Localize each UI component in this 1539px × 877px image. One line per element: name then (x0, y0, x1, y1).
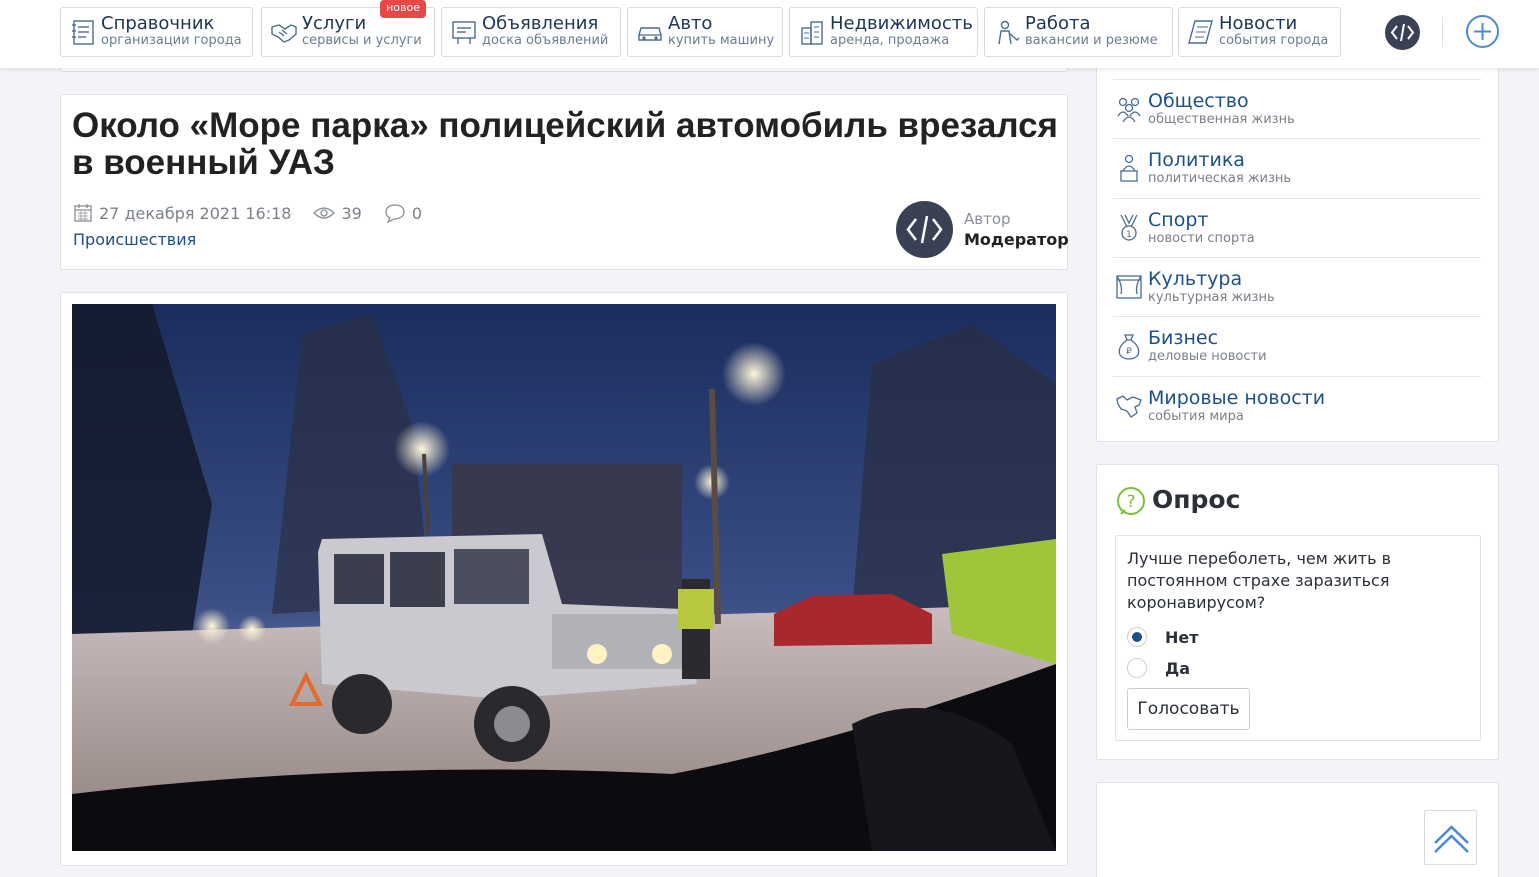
top-navigation: Справочник организации города Услуги сер… (0, 0, 1539, 68)
nav-title: Объявления (482, 13, 599, 34)
article-views: 39 (341, 203, 362, 223)
buildings-icon (801, 21, 823, 45)
scroll-to-top-button[interactable] (1424, 810, 1477, 865)
author-avatar[interactable] (896, 201, 953, 258)
article-photo[interactable] (72, 304, 1056, 851)
nav-subtitle: события города (1219, 33, 1329, 48)
article-comments: 0 (411, 203, 423, 223)
author-label: Автор (964, 210, 1011, 228)
rubric-title: Спорт (1148, 209, 1209, 231)
rubric-world[interactable]: Мировые новости события мира (1113, 376, 1481, 436)
nav-subtitle: аренда, продажа (830, 33, 950, 48)
rubric-subtitle: новости спорта (1148, 231, 1255, 246)
nav-subtitle: организации города (101, 33, 242, 48)
theater-icon (1116, 275, 1142, 299)
svg-text:₽: ₽ (1126, 347, 1132, 357)
nav-title: Новости (1219, 13, 1298, 34)
article-date: 27 декабря 2021 16:18 (99, 203, 292, 223)
rubric-business[interactable]: ₽ Бизнес деловые новости (1113, 316, 1481, 376)
article-photo-card (60, 292, 1068, 866)
author-name[interactable]: Модератор (964, 230, 1069, 249)
poll-question: Лучше переболеть, чем жить в постоянном … (1127, 549, 1392, 612)
nav-directory[interactable]: Справочник организации города (60, 7, 253, 57)
nav-auto[interactable]: Авто купить машину (627, 7, 783, 57)
rubric-title: Бизнес (1148, 327, 1219, 349)
article-category-link[interactable]: Происшествия (73, 230, 196, 249)
article-title: Около «Море парка» полицейский автомобил… (72, 106, 1058, 182)
nav-subtitle: доска объявлений (482, 33, 609, 48)
new-badge: новое (380, 0, 426, 18)
rubric-title: Мировые новости (1148, 387, 1326, 409)
code-icon (906, 215, 943, 244)
poll-widget: ? Опрос Лучше переболеть, чем жить в пос… (1096, 464, 1499, 760)
car-icon (638, 27, 662, 41)
rubric-subtitle: общественная жизнь (1148, 112, 1295, 127)
poll-title: Опрос (1152, 485, 1241, 514)
poll-form: Лучше переболеть, чем жить в постоянном … (1115, 535, 1481, 741)
nav-title: Авто (668, 13, 713, 34)
vote-button[interactable]: Голосовать (1127, 688, 1250, 730)
svg-text:1: 1 (1126, 230, 1132, 240)
rubric-title: Общество (1148, 90, 1249, 112)
chevron-up-icon (1434, 825, 1469, 853)
add-button[interactable] (1466, 15, 1499, 48)
nav-services[interactable]: Услуги сервисы и услуги новое (261, 0, 435, 57)
rubric-subtitle: деловые новости (1148, 349, 1267, 364)
money-bag-icon: ₽ (1118, 334, 1140, 360)
divider (1442, 17, 1443, 47)
nav-classifieds[interactable]: Объявления доска объявлений (441, 7, 621, 57)
radio-button[interactable] (1127, 627, 1147, 647)
poll-option-label: Нет (1165, 627, 1199, 647)
code-button[interactable] (1385, 15, 1420, 50)
code-icon (1390, 23, 1415, 42)
accident-photo (72, 304, 1056, 851)
nav-title: Справочник (101, 13, 215, 34)
rubric-title: Политика (1148, 149, 1245, 171)
nav-subtitle: вакансии и резюме (1025, 33, 1158, 48)
handshake-icon (271, 24, 297, 43)
world-map-icon (1116, 395, 1142, 418)
speaker-icon (1120, 154, 1138, 182)
nav-subtitle: купить машину (668, 33, 775, 48)
comment-icon (385, 204, 405, 223)
rubric-sport[interactable]: 1 Спорт новости спорта (1113, 198, 1481, 258)
article-meta: 27 декабря 2021 16:18 39 0 (73, 203, 444, 223)
nav-news[interactable]: Новости события города (1178, 7, 1341, 57)
directory-icon (72, 20, 94, 45)
svg-text:?: ? (1126, 492, 1135, 512)
nav-realty[interactable]: Недвижимость аренда, продажа (789, 7, 978, 57)
nav-subtitle: сервисы и услуги (302, 33, 422, 48)
people-icon (1117, 97, 1141, 123)
rubrics-list: Общество общественная жизнь Политика пол… (1096, 60, 1499, 442)
rubric-subtitle: события мира (1148, 409, 1244, 424)
question-icon: ? (1117, 487, 1145, 515)
poll-option-no[interactable]: Нет (1127, 626, 1199, 648)
rubric-subtitle: политическая жизнь (1148, 171, 1292, 186)
poll-option-yes[interactable]: Да (1127, 657, 1190, 679)
poll-option-label: Да (1165, 658, 1191, 678)
eye-icon (313, 207, 336, 219)
rubric-politics[interactable]: Политика политическая жизнь (1113, 138, 1481, 198)
medal-icon: 1 (1120, 214, 1138, 241)
rubric-subtitle: культурная жизнь (1148, 290, 1275, 305)
board-icon (452, 21, 476, 44)
article-header: Около «Море парка» полицейский автомобил… (60, 94, 1069, 270)
radio-button[interactable] (1127, 658, 1147, 678)
plus-icon (1474, 23, 1491, 40)
newspaper-icon (1188, 20, 1213, 44)
rubric-title: Культура (1148, 268, 1243, 290)
nav-title: Работа (1025, 13, 1091, 34)
calendar-icon (74, 204, 92, 222)
rubric-culture[interactable]: Культура культурная жизнь (1113, 257, 1481, 317)
nav-title: Недвижимость (830, 13, 973, 34)
nav-jobs[interactable]: Работа вакансии и резюме (984, 7, 1173, 57)
worker-icon (998, 20, 1020, 45)
rubric-society[interactable]: Общество общественная жизнь (1113, 79, 1481, 139)
